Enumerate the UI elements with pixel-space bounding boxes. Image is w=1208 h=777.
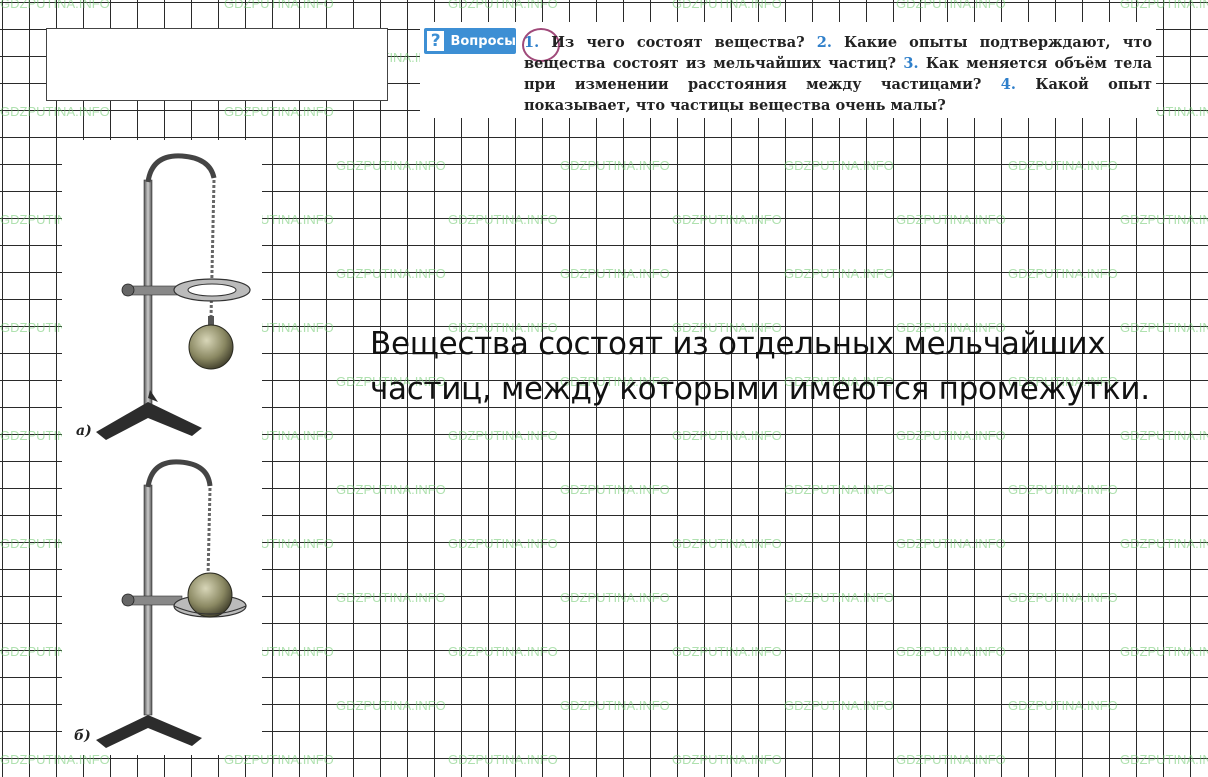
question-mark-icon: ? (427, 31, 445, 51)
watermark-text: GDZPUTINA.INFO (672, 644, 782, 659)
watermark-text: GDZPUTINA.INFO (448, 0, 558, 11)
watermark-text: GDZPUTINA.INFO (448, 536, 558, 551)
watermark-text: GDZPUTINA.INFO (560, 158, 670, 173)
question-2-number: 2. (816, 34, 832, 51)
ball-and-ring-illustration: а) б) (74, 153, 251, 748)
watermark-text: GDZPUTINA.INFO (336, 158, 446, 173)
answer-line-2: частиц, между которыми имеются промежутк… (370, 371, 1150, 407)
watermark-text: GDZPUTINA.INFO (336, 590, 446, 605)
watermark-text: GDZPUTINA.INFO (672, 212, 782, 227)
question-1-number: 1. (524, 34, 540, 51)
watermark-text: GDZPUTINA.INFO (1008, 698, 1118, 713)
questions-label: Вопросы (450, 33, 516, 49)
watermark-text: GDZPUTINA.INFO (0, 104, 110, 119)
watermark-text: GDZPUTINA.INFO (1120, 752, 1208, 767)
watermark-text: GDZPUTINA.INFO (784, 482, 894, 497)
watermark-text: GDZPUTINA.INFO (1120, 212, 1208, 227)
question-1-text: Из чего состоят вещества? (551, 34, 805, 51)
questions-text: 1. Из чего состоят вещества? 2. Какие оп… (524, 32, 1152, 116)
watermark-text: GDZPUTINA.INFO (672, 536, 782, 551)
watermark-text: GDZPUTINA.INFO (672, 428, 782, 443)
watermark-text: GDZPUTINA.INFO (448, 428, 558, 443)
watermark-text: GDZPUTINA.INFO (1120, 428, 1208, 443)
watermark-text: GDZPUTINA.INFO (896, 428, 1006, 443)
watermark-text: GDZPUTINA.INFO (448, 752, 558, 767)
watermark-text: GDZPUTINA.INFO (336, 698, 446, 713)
watermark-text: GDZPUTINA.INFO (896, 644, 1006, 659)
watermark-text: GDZPUTINA.INFO (784, 158, 894, 173)
answer-line-1: Вещества состоят из отдельных мельчайших (370, 326, 1106, 362)
figure-label-b: б) (74, 728, 91, 744)
answer-text: Вещества состоят из отдельных мельчайших… (370, 322, 1200, 412)
watermark-text: GDZPUTINA.INFO (672, 752, 782, 767)
stand-a (96, 153, 251, 440)
watermark-text: GDZPUTINA.INFO (560, 482, 670, 497)
questions-badge: ? Вопросы (424, 28, 516, 54)
watermark-text: GDZPUTINA.INFO (1008, 482, 1118, 497)
watermark-text: GDZPUTINA.INFO (896, 752, 1006, 767)
watermark-text: GDZPUTINA.INFO (1120, 0, 1208, 11)
watermark-text: GDZPUTINA.INFO (1008, 266, 1118, 281)
question-3-number: 3. (903, 55, 919, 72)
watermark-text: GDZPUTINA.INFO (1008, 590, 1118, 605)
watermark-text: GDZPUTINA.INFO (560, 266, 670, 281)
question-4-number: 4. (1000, 76, 1016, 93)
ball-and-ring-figure: а) б) (62, 140, 262, 755)
watermark-text: GDZPUTINA.INFO (1008, 158, 1118, 173)
watermark-text: GDZPUTINA.INFO (784, 698, 894, 713)
watermark-text: GDZPUTINA.INFO (672, 0, 782, 11)
blank-answer-box (46, 28, 388, 101)
watermark-text: GDZPUTINA.INFO (560, 590, 670, 605)
watermark-text: GDZPUTINA.INFO (1120, 536, 1208, 551)
questions-block: ? Вопросы 1. Из чего состоят вещества? 2… (420, 22, 1156, 118)
watermark-text: GDZPUTINA.INFO (1120, 644, 1208, 659)
watermark-text: GDZPUTINA.INFO (896, 212, 1006, 227)
watermark-text: GDZPUTINA.INFO (784, 266, 894, 281)
watermark-text: GDZPUTINA.INFO (224, 0, 334, 11)
watermark-text: GDZPUTINA.INFO (336, 482, 446, 497)
watermark-text: GDZPUTINA.INFO (448, 212, 558, 227)
watermark-text: GDZPUTINA.INFO (336, 266, 446, 281)
stand-b (96, 459, 247, 748)
watermark-text: GDZPUTINA.INFO (784, 590, 894, 605)
watermark-text: GDZPUTINA.INFO (896, 0, 1006, 11)
watermark-text: GDZPUTINA.INFO (896, 536, 1006, 551)
watermark-text: GDZPUTINA.INFO (448, 644, 558, 659)
watermark-text: GDZPUTINA.INFO (560, 698, 670, 713)
watermark-text: GDZPUTINA.INFO (0, 0, 110, 11)
figure-label-a: а) (76, 423, 92, 439)
watermark-text: GDZPUTINA.INFO (224, 104, 334, 119)
